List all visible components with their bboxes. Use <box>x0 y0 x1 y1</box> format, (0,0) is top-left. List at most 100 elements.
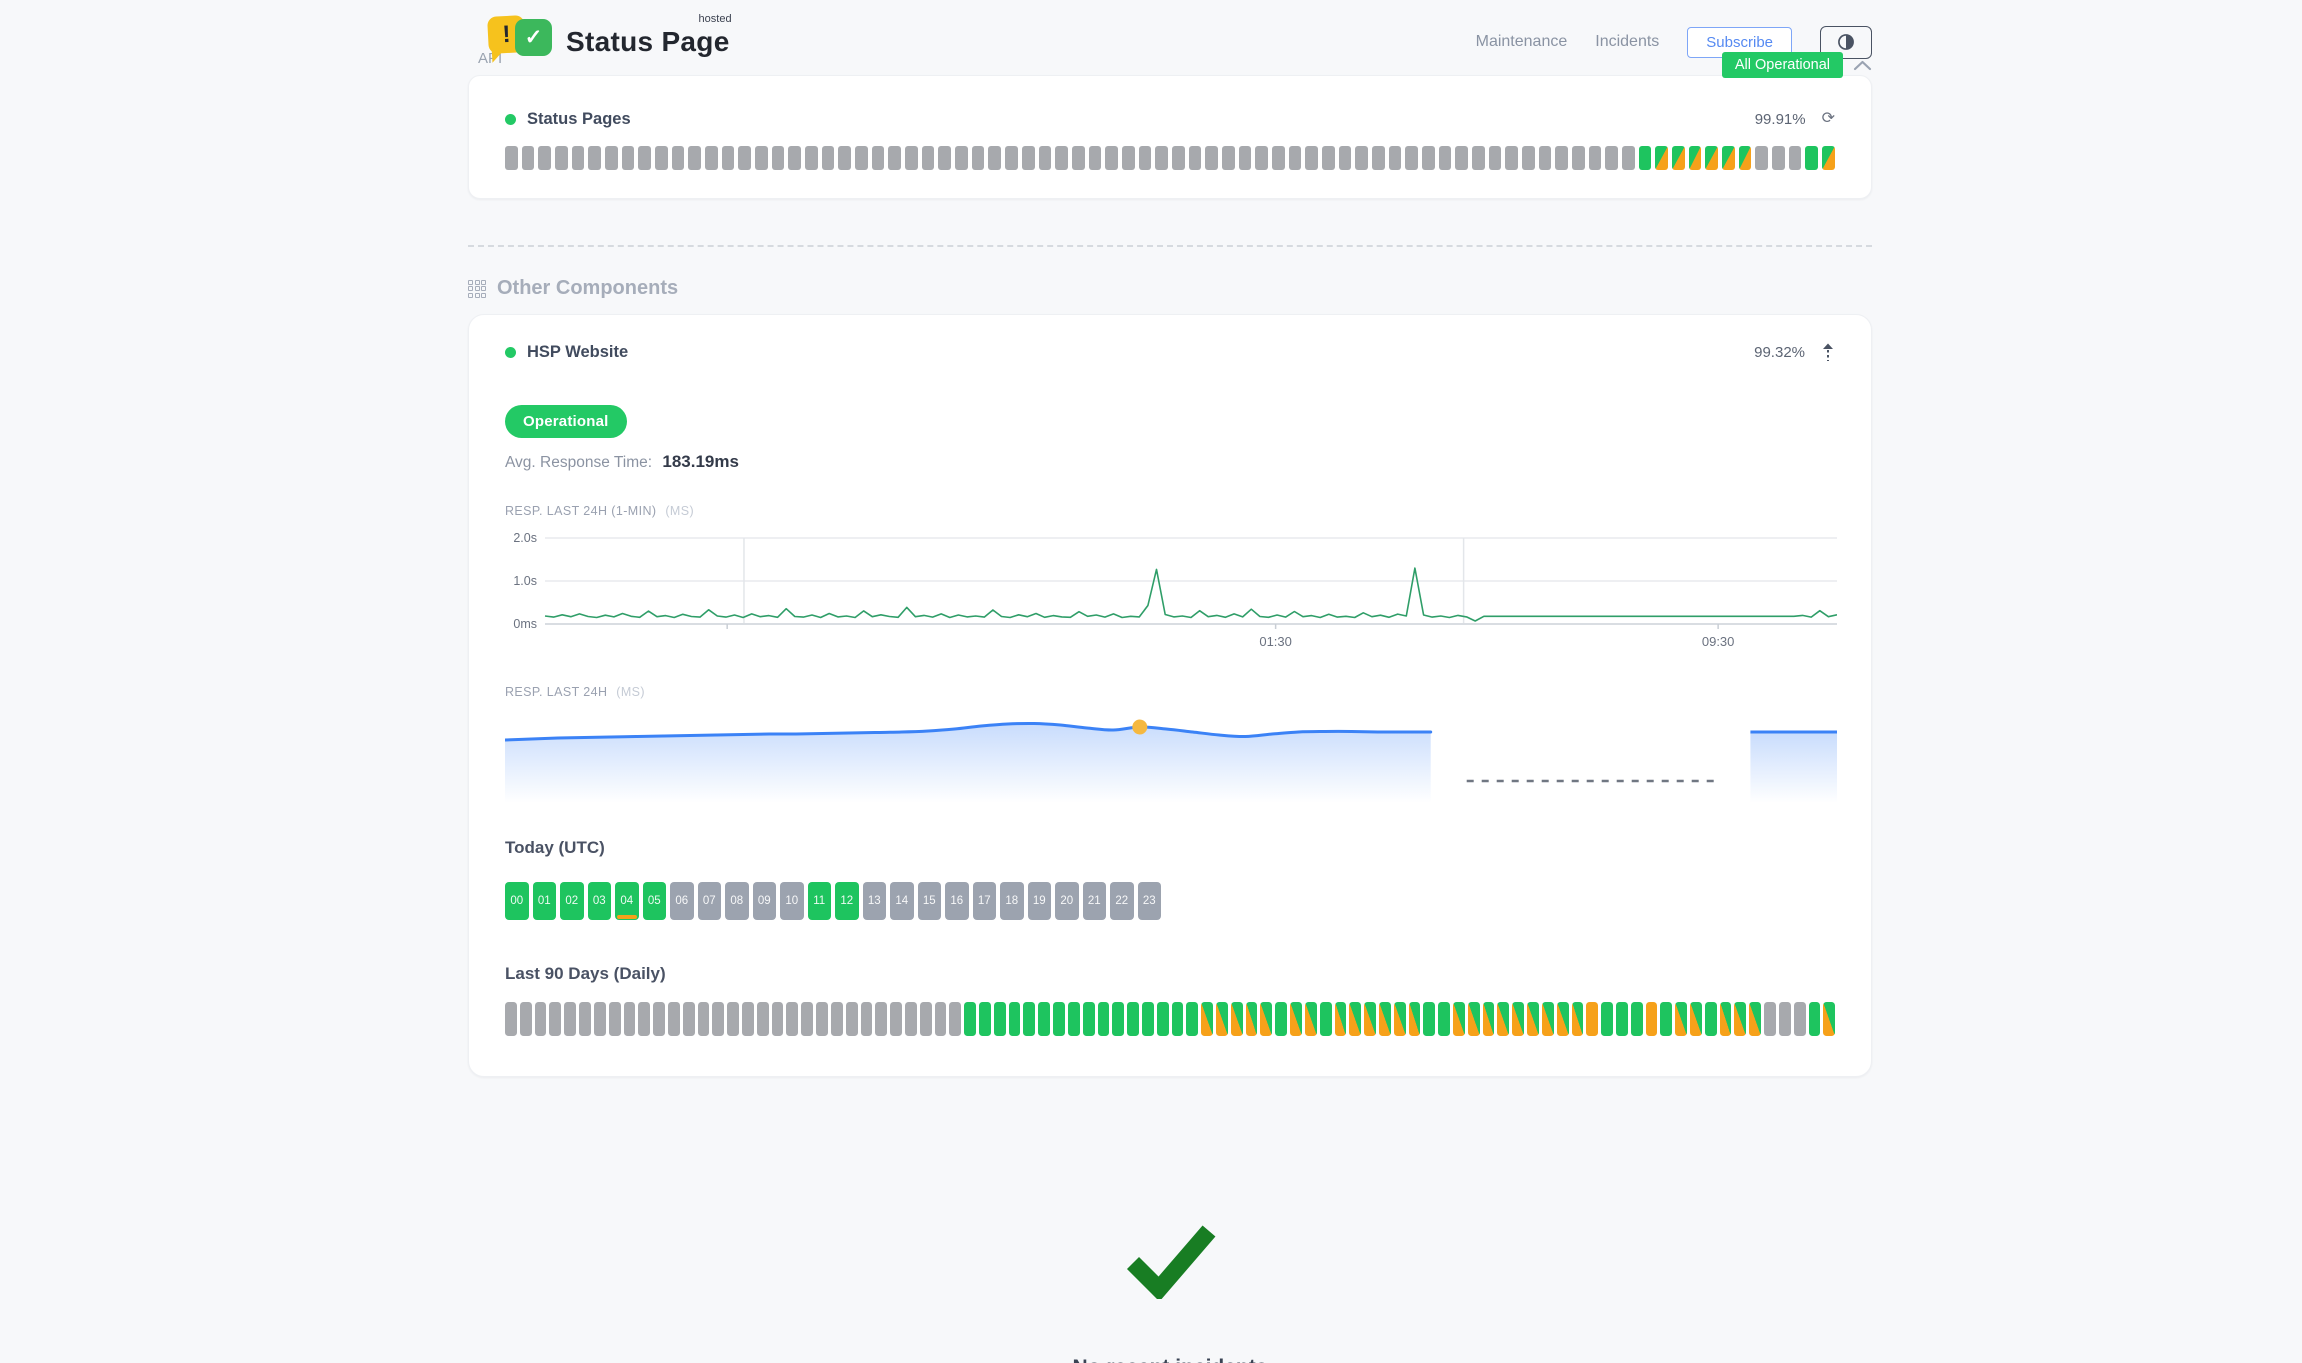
uptime-bar <box>1216 1002 1228 1036</box>
hour-tile-12: 12 <box>835 882 859 920</box>
response-day-chart <box>505 703 1837 803</box>
uptime-bar <box>564 1002 576 1036</box>
uptime-bar <box>594 1002 606 1036</box>
uptime-bar <box>1468 1002 1480 1036</box>
uptime-bar <box>757 1002 769 1036</box>
uptime-percentage: 99.91% <box>1755 111 1806 128</box>
api-uptime-bars <box>505 146 1835 170</box>
uptime-bar <box>1660 1002 1672 1036</box>
uptime-bar <box>1586 1002 1598 1036</box>
uptime-bar <box>1139 146 1152 170</box>
hour-tile-23: 23 <box>1138 882 1162 920</box>
uptime-bar <box>727 1002 739 1036</box>
uptime-bar <box>738 146 751 170</box>
uptime-bar <box>1157 1002 1169 1036</box>
uptime-bar <box>1631 1002 1643 1036</box>
nav-incidents[interactable]: Incidents <box>1595 33 1659 51</box>
uptime-bar <box>1542 1002 1554 1036</box>
logo-bubbles-icon: ! ✓ <box>488 12 560 60</box>
uptime-bar <box>1189 146 1202 170</box>
uptime-bar <box>964 1002 976 1036</box>
chart-day-title-text: RESP. LAST 24H <box>505 685 607 699</box>
half-circle-icon <box>1836 32 1856 52</box>
uptime-bar <box>1557 1002 1569 1036</box>
hour-tile-06: 06 <box>670 882 694 920</box>
uptime-bar <box>1349 1002 1361 1036</box>
uptime-bar <box>831 1002 843 1036</box>
svg-text:2.0s: 2.0s <box>513 532 537 545</box>
uptime-bar <box>1639 146 1652 170</box>
status-dot <box>505 114 516 125</box>
uptime-bar <box>888 146 901 170</box>
uptime-bar <box>955 146 968 170</box>
hour-tile-01: 01 <box>533 882 557 920</box>
uptime-bar <box>1453 1002 1465 1036</box>
uptime-bar <box>1539 146 1552 170</box>
grid-icon <box>468 280 486 298</box>
uptime-bar <box>1289 146 1302 170</box>
uptime-bar <box>1527 1002 1539 1036</box>
uptime-bar <box>1055 146 1068 170</box>
today-title: Today (UTC) <box>505 838 1835 858</box>
hour-tile-09: 09 <box>753 882 777 920</box>
uptime-bar <box>1089 146 1102 170</box>
nav-maintenance[interactable]: Maintenance <box>1476 33 1568 51</box>
last90-daily-bars <box>505 1002 1835 1036</box>
uptime-bar <box>1822 146 1835 170</box>
uptime-bar <box>1705 1002 1717 1036</box>
uptime-bar <box>1205 146 1218 170</box>
uptime-bar <box>1734 1002 1746 1036</box>
uptime-bar <box>1072 146 1085 170</box>
refresh-icon[interactable]: ⟳ <box>1822 111 1835 127</box>
section-divider <box>468 245 1872 247</box>
operational-badge: Operational <box>505 405 627 438</box>
uptime-bar <box>1127 1002 1139 1036</box>
big-checkmark-icon <box>1109 1219 1231 1299</box>
uptime-bar <box>1105 146 1118 170</box>
uptime-bar <box>1764 1002 1776 1036</box>
uptime-bar <box>855 146 868 170</box>
uptime-bar <box>816 1002 828 1036</box>
hour-tile-22: 22 <box>1110 882 1134 920</box>
uptime-bar <box>1112 1002 1124 1036</box>
hour-tile-13: 13 <box>863 882 887 920</box>
uptime-bar <box>1320 1002 1332 1036</box>
uptime-bar <box>668 1002 680 1036</box>
hour-tile-05: 05 <box>643 882 667 920</box>
uptime-bar <box>1272 146 1285 170</box>
uptime-bar <box>1005 146 1018 170</box>
uptime-bar <box>1023 1002 1035 1036</box>
partial-outage-stripe <box>617 915 637 919</box>
uptime-bar <box>822 146 835 170</box>
uptime-bar <box>935 1002 947 1036</box>
uptime-bar <box>801 1002 813 1036</box>
hsp-website-card: HSP Website 99.32% Operational Avg. Resp… <box>468 314 1872 1077</box>
avg-response-label: Avg. Response Time: <box>505 454 652 471</box>
hour-tile-04: 04 <box>615 882 639 920</box>
uptime-bar <box>638 146 651 170</box>
uptime-bar <box>672 146 685 170</box>
uptime-percentage: 99.32% <box>1754 344 1805 361</box>
svg-text:0ms: 0ms <box>513 617 537 631</box>
uptime-bar <box>520 1002 532 1036</box>
uptime-bar <box>1749 1002 1761 1036</box>
uptime-bar <box>1172 1002 1184 1036</box>
check-glyph: ✓ <box>525 25 543 50</box>
uptime-bar <box>1805 146 1818 170</box>
uptime-bar <box>805 146 818 170</box>
uptime-bar <box>1483 1002 1495 1036</box>
uptime-bar <box>1305 1002 1317 1036</box>
uptime-bar <box>1098 1002 1110 1036</box>
uptime-bar <box>1755 146 1768 170</box>
uptime-bar <box>638 1002 650 1036</box>
uptime-bar <box>755 146 768 170</box>
uptime-bar <box>1601 1002 1613 1036</box>
chart-minute-title-text: RESP. LAST 24H (1-MIN) <box>505 504 656 518</box>
uptime-bar <box>1705 146 1718 170</box>
uptime-bar <box>605 146 618 170</box>
uptime-bar <box>1260 1002 1272 1036</box>
uptime-bar <box>938 146 951 170</box>
uptime-bar <box>1505 146 1518 170</box>
uptime-bar <box>1409 1002 1421 1036</box>
other-components-label: Other Components <box>497 277 678 300</box>
